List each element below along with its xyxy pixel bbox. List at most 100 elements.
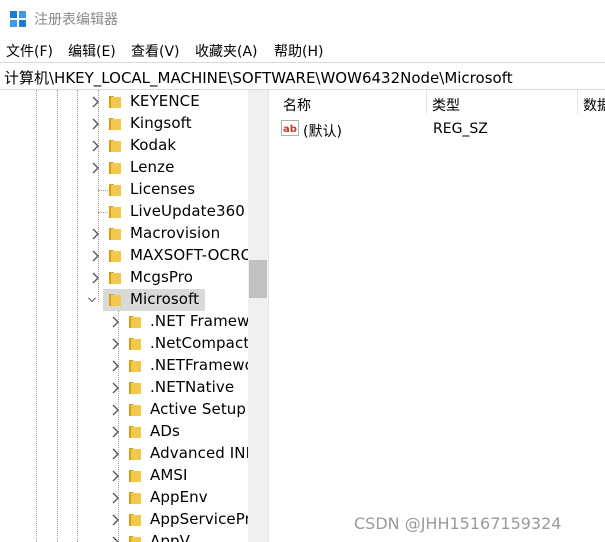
menu-favorites[interactable]: 收藏夹(A) — [195, 41, 258, 61]
chevron-right-icon[interactable] — [90, 227, 100, 241]
tree-item-label: Macrovision — [130, 224, 221, 242]
tree-item[interactable]: McgsPro — [0, 267, 248, 289]
chevron-right-icon[interactable] — [110, 359, 120, 373]
address-bar[interactable]: 计算机\HKEY_LOCAL_MACHINE\SOFTWARE\WOW6432N… — [0, 62, 605, 90]
folder-icon — [129, 316, 141, 328]
folder-icon — [129, 426, 141, 438]
tree-scrollbar[interactable] — [248, 90, 268, 542]
chevron-right-icon[interactable] — [90, 249, 100, 263]
folder-icon — [109, 272, 121, 284]
tree-item-label: MAXSOFT-OCRO — [130, 246, 253, 264]
chevron-right-icon[interactable] — [110, 447, 120, 461]
svg-text:ab: ab — [283, 124, 297, 135]
folder-icon — [109, 96, 121, 108]
column-name-header[interactable]: 名称 — [283, 95, 311, 115]
regedit-app-icon — [10, 11, 26, 27]
tree-item-label: McgsPro — [130, 268, 194, 286]
folder-icon — [129, 514, 141, 526]
tree-child-item[interactable]: Advanced INF — [0, 443, 254, 465]
tree-item-label: Advanced INF — [150, 444, 255, 462]
tree-item-label: LiveUpdate360 — [130, 202, 245, 220]
tree-child-item[interactable]: .NETNative — [0, 377, 248, 399]
menu-view[interactable]: 查看(V) — [131, 41, 180, 61]
chevron-right-icon[interactable] — [90, 139, 100, 153]
tree-child-item[interactable]: .NETFramewo — [0, 355, 254, 377]
chevron-right-icon[interactable] — [110, 469, 120, 483]
tree-child-item[interactable]: Active Setup — [0, 399, 248, 421]
tree-item-label: AMSI — [150, 466, 188, 484]
tree-item[interactable]: MAXSOFT-OCRO — [0, 245, 252, 267]
column-type-header[interactable]: 类型 — [432, 95, 460, 115]
tree-item-label: AppV — [150, 532, 190, 542]
tree-item-label: Active Setup — [150, 400, 247, 418]
title-bar: 注册表编辑器 — [0, 0, 605, 38]
chevron-down-icon[interactable] — [87, 293, 97, 307]
menu-help[interactable]: 帮助(H) — [274, 41, 323, 61]
tree-item-label: Microsoft — [130, 290, 200, 308]
tree-item[interactable]: Lenze — [0, 157, 248, 179]
chevron-right-icon[interactable] — [110, 315, 120, 329]
tree-child-item[interactable]: AppEnv — [0, 487, 248, 509]
key-tree[interactable]: KEYENCE Kingsoft Kodak Lenze Licenses Li… — [0, 90, 268, 542]
column-divider[interactable] — [426, 90, 427, 114]
tree-child-item[interactable]: .NET Framewo — [0, 311, 259, 333]
values-list[interactable]: 名称 类型 数据 ab (默认) REG_SZ — [277, 90, 605, 542]
value-row[interactable]: ab (默认) REG_SZ — [277, 118, 605, 140]
folder-icon — [129, 448, 141, 460]
chevron-right-icon[interactable] — [110, 337, 120, 351]
chevron-right-icon[interactable] — [110, 491, 120, 505]
value-type: REG_SZ — [433, 121, 488, 137]
pane-splitter[interactable] — [268, 90, 277, 542]
tree-item[interactable]: KEYENCE — [0, 91, 248, 113]
tree-item-label: Licenses — [130, 180, 196, 198]
tree-scrollbar-thumb[interactable] — [249, 260, 267, 298]
chevron-right-icon[interactable] — [110, 535, 120, 542]
list-header: 名称 类型 数据 — [277, 90, 605, 114]
chevron-right-icon[interactable] — [90, 95, 100, 109]
tree-item-label: .NETFramewo — [150, 356, 254, 374]
tree-child-item[interactable]: ADs — [0, 421, 248, 443]
chevron-right-icon[interactable] — [90, 161, 100, 175]
menu-bar: 文件(F) 编辑(E) 查看(V) 收藏夹(A) 帮助(H) — [0, 38, 605, 62]
tree-child-item[interactable]: AMSI — [0, 465, 248, 487]
chevron-right-icon[interactable] — [90, 271, 100, 285]
tree-item[interactable]: Macrovision — [0, 223, 248, 245]
tree-item[interactable]: Kodak — [0, 135, 248, 157]
window-title: 注册表编辑器 — [34, 12, 118, 28]
folder-open-icon — [109, 294, 121, 306]
address-path[interactable]: 计算机\HKEY_LOCAL_MACHINE\SOFTWARE\WOW6432N… — [4, 67, 513, 88]
tree-child-item[interactable]: .NetCompact — [0, 333, 249, 355]
tree-item[interactable]: Licenses — [0, 179, 248, 201]
folder-icon — [129, 492, 141, 504]
tree-item-label: ADs — [150, 422, 180, 440]
tree-child-item[interactable]: AppV — [0, 531, 248, 542]
folder-icon — [129, 382, 141, 394]
string-value-icon: ab — [281, 120, 299, 136]
column-data-header[interactable]: 数据 — [583, 95, 605, 115]
column-divider[interactable] — [577, 90, 578, 114]
tree-item-selected[interactable]: Microsoft — [0, 289, 248, 311]
folder-icon — [129, 470, 141, 482]
chevron-right-icon[interactable] — [110, 425, 120, 439]
folder-icon — [109, 250, 121, 262]
folder-icon — [109, 162, 121, 174]
folder-icon — [129, 360, 141, 372]
folder-icon — [129, 338, 141, 350]
folder-icon — [109, 118, 121, 130]
tree-item[interactable]: Kingsoft — [0, 113, 248, 135]
chevron-right-icon[interactable] — [110, 403, 120, 417]
tree-child-item[interactable]: AppServicePr — [0, 509, 251, 531]
folder-icon — [129, 536, 141, 542]
chevron-right-icon[interactable] — [110, 513, 120, 527]
tree-item-label: AppServicePr — [150, 510, 251, 528]
menu-edit[interactable]: 编辑(E) — [68, 41, 116, 61]
watermark: CSDN @JHH15167159324 — [354, 514, 562, 533]
folder-icon — [109, 206, 121, 218]
folder-icon — [129, 404, 141, 416]
chevron-right-icon[interactable] — [90, 117, 100, 131]
tree-item-label: Lenze — [130, 158, 175, 176]
menu-file[interactable]: 文件(F) — [6, 41, 53, 61]
folder-icon — [109, 140, 121, 152]
tree-item[interactable]: LiveUpdate360 — [0, 201, 248, 223]
chevron-right-icon[interactable] — [110, 381, 120, 395]
